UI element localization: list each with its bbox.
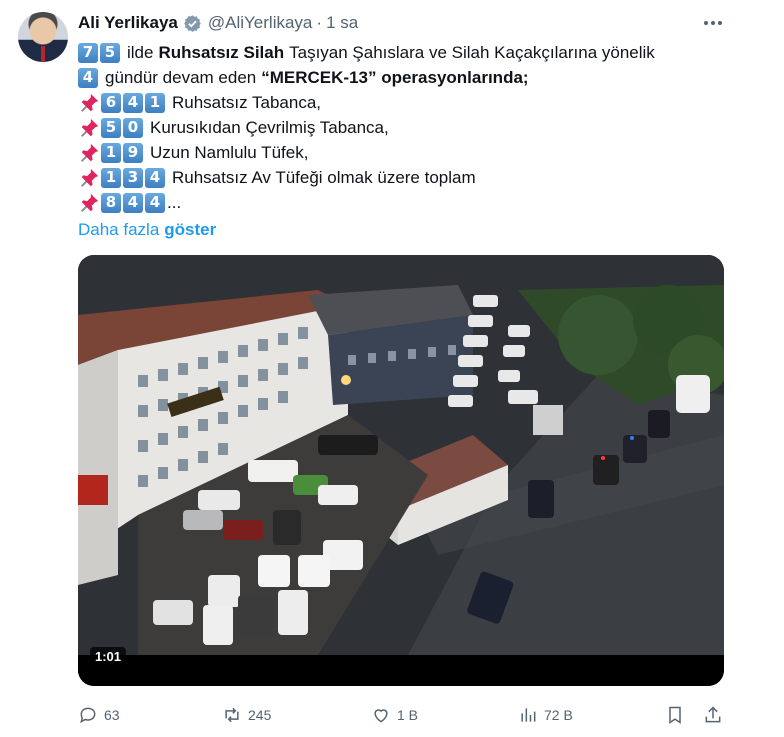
- keycap-digit: 6: [101, 92, 121, 113]
- show-more-strong[interactable]: göster: [164, 217, 216, 242]
- repost-icon: [225, 707, 239, 723]
- verified-badge-icon: [184, 14, 201, 32]
- tweet-actions: 63 245 1 B 72 B: [78, 702, 728, 728]
- video-duration-badge: 1:01: [90, 647, 127, 666]
- reply-icon: [80, 707, 96, 724]
- keycap-digit: 1: [101, 142, 121, 163]
- repost-button[interactable]: 245: [222, 705, 271, 725]
- bookmark-button[interactable]: [665, 705, 685, 725]
- keycap-digit: 4: [123, 92, 143, 113]
- views-count: 72 B: [544, 707, 573, 723]
- author-avatar[interactable]: [18, 12, 68, 62]
- show-more-prefix[interactable]: Daha fazla: [78, 217, 159, 242]
- author-name[interactable]: Ali Yerlikaya: [78, 13, 178, 33]
- like-button[interactable]: 1 B: [371, 705, 418, 725]
- tweet-line-5: 1 9 Uzun Namlulu Tüfek,: [78, 140, 738, 165]
- keycap-digit: 5: [101, 117, 121, 138]
- video-control-bar[interactable]: [78, 655, 724, 686]
- keycap-digit: 1: [101, 167, 121, 188]
- tweet-text: 7 5 ilde Ruhsatsız Silah Taşıyan Şahıslara v…: [78, 40, 738, 242]
- tweet-line-3: 6 4 1 Ruhsatsız Tabanca,: [78, 90, 738, 115]
- show-more-link[interactable]: Daha fazla göster: [78, 217, 738, 242]
- views-button[interactable]: 72 B: [518, 705, 573, 725]
- tweet-line-1: 7 5 ilde Ruhsatsız Silah Taşıyan Şahıslara v…: [78, 40, 738, 65]
- text-span: Taşıyan Şahıslara ve Silah Kaçakçılarına…: [289, 43, 655, 62]
- text-span: gündür devam eden: [105, 68, 257, 87]
- keycap-digit: 8: [101, 192, 121, 213]
- keycap-digit: 7: [78, 42, 98, 63]
- tweet-line-4: 5 0 Kurusıkıdan Çevrilmiş Tabanca,: [78, 115, 738, 140]
- bold-text: Ruhsatsız Silah: [158, 43, 285, 62]
- pushpin-icon: [78, 192, 100, 214]
- text-span: ilde: [127, 43, 154, 62]
- keycap-digit: 4: [145, 192, 165, 213]
- keycap-digit: 4: [123, 192, 143, 213]
- reply-count: 63: [104, 707, 120, 723]
- text-span: Ruhsatsız Tabanca,: [172, 93, 321, 112]
- bookmark-icon: [669, 706, 681, 724]
- tweet-header: Ali Yerlikaya @AliYerlikaya · 1 sa: [78, 12, 358, 34]
- share-button[interactable]: [703, 705, 723, 725]
- keycap-digit: 1: [145, 92, 165, 113]
- keycap-digit: 4: [145, 167, 165, 188]
- text-span: Ruhsatsız Av Tüfeği olmak üzere toplam: [172, 168, 476, 187]
- text-span: Kurusıkıdan Çevrilmiş Tabanca,: [150, 118, 389, 137]
- like-count: 1 B: [397, 707, 419, 723]
- tweet-line-7: 8 4 4...: [78, 190, 738, 215]
- separator-dot: ·: [316, 13, 323, 32]
- pushpin-icon: [78, 92, 100, 114]
- pushpin-icon: [78, 142, 100, 164]
- tweet-time[interactable]: 1 sa: [326, 13, 358, 33]
- keycap-digit: 5: [100, 42, 120, 63]
- views-icon: [521, 708, 536, 722]
- bold-text: “MERCEK-13” operasyonlarında;: [261, 68, 529, 87]
- more-icon[interactable]: [702, 12, 724, 34]
- keycap-digit: 3: [123, 167, 143, 188]
- text-span: ...: [167, 193, 182, 212]
- reply-button[interactable]: 63: [78, 705, 120, 725]
- keycap-digit: 0: [123, 117, 143, 138]
- keycap-digit: 4: [78, 67, 98, 88]
- author-handle[interactable]: @AliYerlikaya: [208, 13, 313, 33]
- pushpin-icon: [78, 117, 100, 139]
- video-thumbnail[interactable]: [78, 255, 724, 655]
- text-span: Uzun Namlulu Tüfek,: [150, 143, 309, 162]
- like-icon: [374, 709, 388, 723]
- keycap-digit: 9: [123, 142, 143, 163]
- share-icon: [705, 706, 721, 723]
- pushpin-icon: [78, 167, 100, 189]
- tweet-line-2: 4 gündür devam eden “MERCEK-13” operasyonl…: [78, 65, 738, 90]
- repost-count: 245: [248, 707, 272, 723]
- tweet-line-6: 1 3 4 Ruhsatsız Av Tüfeği olmak üzere topla…: [78, 165, 738, 190]
- video-player[interactable]: 1:01: [78, 255, 724, 686]
